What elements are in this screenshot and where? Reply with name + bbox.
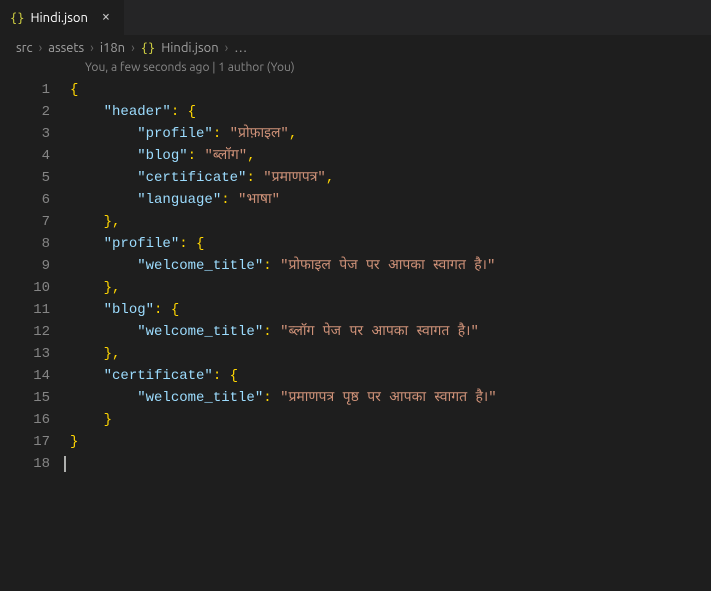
code-line[interactable]: "welcome_title": "प्रोफाइल पेज पर आपका स… [70, 255, 711, 277]
line-number: 7 [0, 211, 50, 233]
line-number: 1 [0, 79, 50, 101]
code-line[interactable]: "certificate": { [70, 365, 711, 387]
code-line[interactable]: }, [70, 343, 711, 365]
git-codelens[interactable]: You, a few seconds ago | 1 author (You) [0, 61, 711, 79]
tab-bar: {} Hindi.json × [0, 0, 711, 35]
code-line[interactable]: "certificate": "प्रमाणपत्र", [70, 167, 711, 189]
line-number: 6 [0, 189, 50, 211]
line-number: 18 [0, 453, 50, 475]
line-number: 15 [0, 387, 50, 409]
json-icon: {} [10, 11, 24, 25]
chevron-right-icon: › [225, 41, 229, 55]
line-number: 16 [0, 409, 50, 431]
code-line[interactable] [70, 453, 711, 475]
code-line[interactable]: "blog": { [70, 299, 711, 321]
code-line[interactable]: "language": "भाषा" [70, 189, 711, 211]
editor-tab[interactable]: {} Hindi.json × [0, 0, 125, 35]
close-icon[interactable]: × [98, 10, 114, 25]
line-number: 13 [0, 343, 50, 365]
line-number: 11 [0, 299, 50, 321]
breadcrumb-seg[interactable]: … [234, 41, 247, 55]
line-number: 17 [0, 431, 50, 453]
chevron-right-icon: › [131, 41, 135, 55]
line-number: 10 [0, 277, 50, 299]
tab-label: Hindi.json [30, 11, 87, 25]
line-gutter: 1 2 3 4 5 6 7 8 9 10 11 12 13 14 15 16 1… [0, 79, 70, 475]
line-number: 4 [0, 145, 50, 167]
json-icon: {} [141, 41, 155, 55]
breadcrumb[interactable]: src › assets › i18n › {} Hindi.json › … [0, 35, 711, 61]
code-line[interactable]: "profile": { [70, 233, 711, 255]
cursor [64, 456, 66, 472]
code-line[interactable]: }, [70, 211, 711, 233]
code-line[interactable]: { [70, 79, 711, 101]
line-number: 3 [0, 123, 50, 145]
line-number: 5 [0, 167, 50, 189]
code-area[interactable]: { "header": { "profile": "प्रोफ़ाइल", "b… [70, 79, 711, 475]
code-line[interactable]: "blog": "ब्लॉग", [70, 145, 711, 167]
code-line[interactable]: } [70, 409, 711, 431]
code-line[interactable]: "welcome_title": "प्रमाणपत्र पृष्ठ पर आप… [70, 387, 711, 409]
breadcrumb-seg[interactable]: src [16, 41, 33, 55]
code-line[interactable]: "profile": "प्रोफ़ाइल", [70, 123, 711, 145]
breadcrumb-seg[interactable]: Hindi.json [161, 41, 218, 55]
breadcrumb-seg[interactable]: i18n [100, 41, 125, 55]
code-line[interactable]: "welcome_title": "ब्लॉग पेज पर आपका स्वा… [70, 321, 711, 343]
code-editor[interactable]: 1 2 3 4 5 6 7 8 9 10 11 12 13 14 15 16 1… [0, 79, 711, 475]
line-number: 9 [0, 255, 50, 277]
chevron-right-icon: › [39, 41, 43, 55]
line-number: 8 [0, 233, 50, 255]
line-number: 14 [0, 365, 50, 387]
code-line[interactable]: }, [70, 277, 711, 299]
breadcrumb-seg[interactable]: assets [48, 41, 84, 55]
code-line[interactable]: "header": { [70, 101, 711, 123]
chevron-right-icon: › [90, 41, 94, 55]
line-number: 2 [0, 101, 50, 123]
line-number: 12 [0, 321, 50, 343]
code-line[interactable]: } [70, 431, 711, 453]
